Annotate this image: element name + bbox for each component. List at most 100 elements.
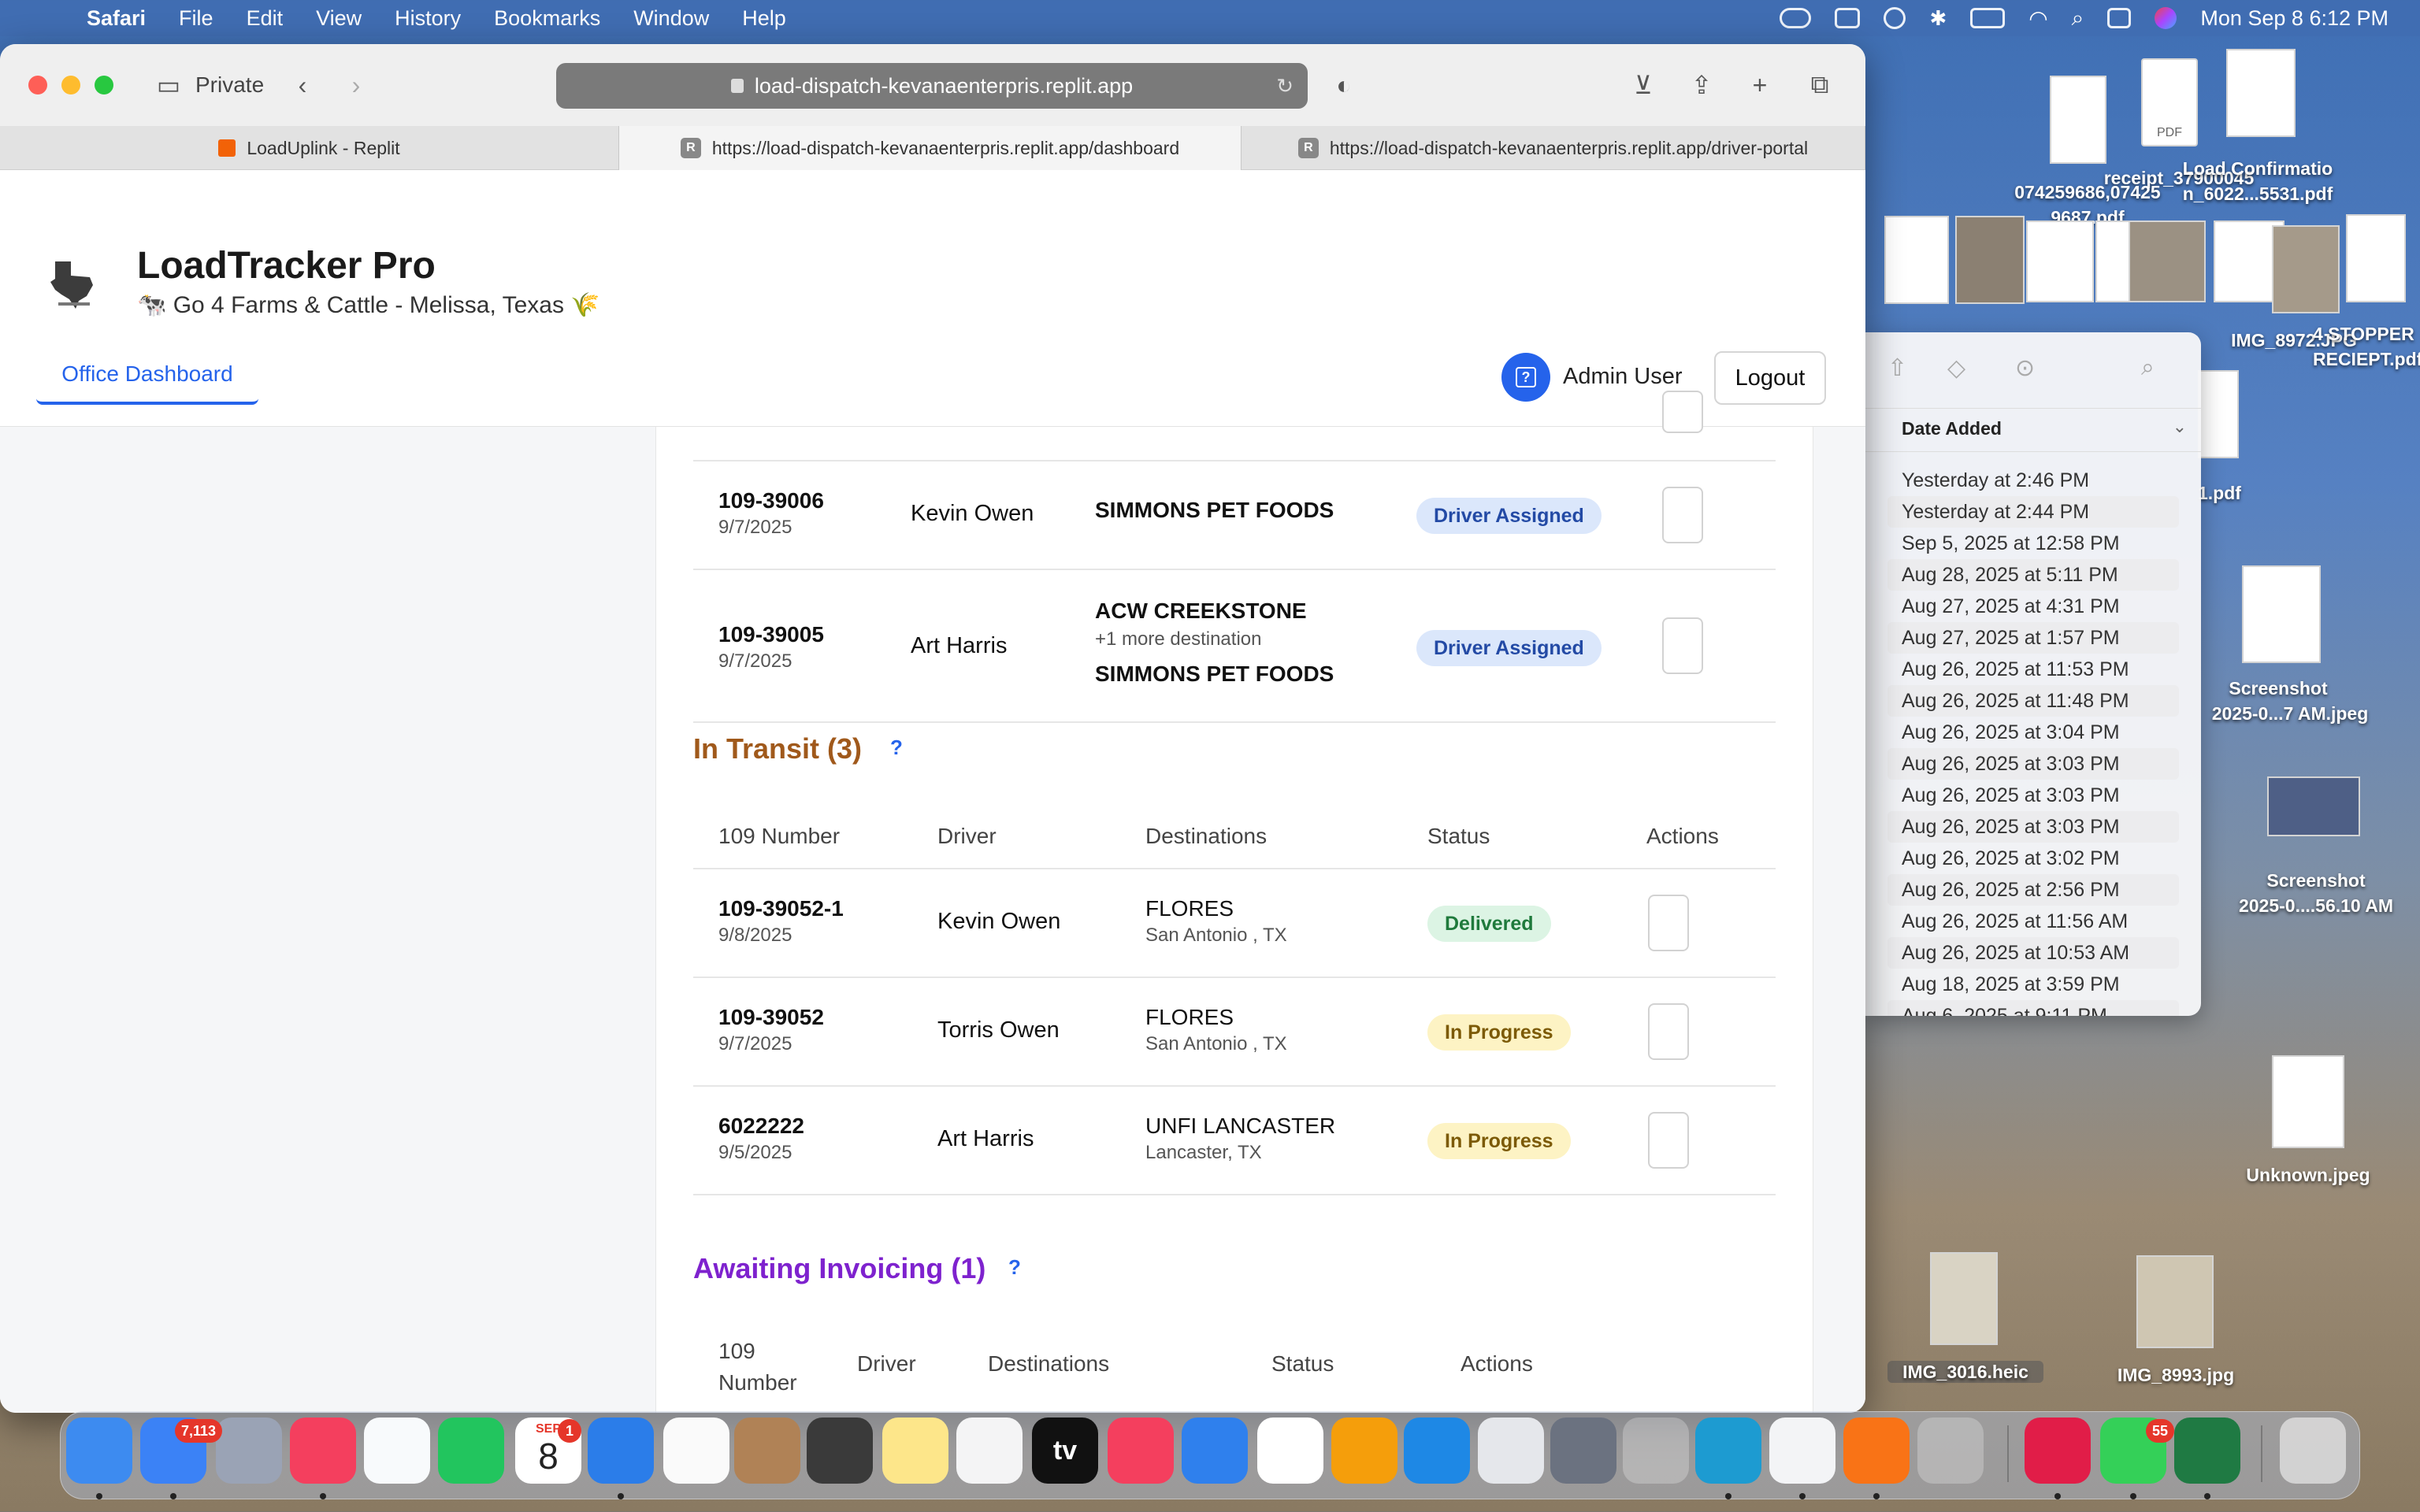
actions-button[interactable]	[1662, 391, 1703, 433]
keynote-app-icon[interactable]	[1182, 1418, 1248, 1484]
desktop-label[interactable]: RECIEPT.pdf	[2313, 348, 2420, 370]
share-icon[interactable]: ⇧	[1887, 354, 1907, 382]
image-file-icon[interactable]	[2272, 225, 2340, 313]
icloud-icon[interactable]	[1780, 8, 1812, 28]
menu-app-name[interactable]: Safari	[87, 6, 146, 31]
finder-date-row[interactable]: Aug 26, 2025 at 3:04 PM	[1887, 717, 2179, 748]
finder-date-row[interactable]: Yesterday at 2:44 PM	[1887, 496, 2179, 528]
downloads-icon[interactable]: ⊻	[1628, 69, 1659, 101]
finder-date-row[interactable]: Aug 26, 2025 at 3:03 PM	[1887, 811, 2179, 843]
finder-date-row[interactable]: Aug 6, 2025 at 9:11 PM	[1887, 1000, 2179, 1016]
image-file-icon[interactable]	[1955, 216, 2025, 304]
new-tab-icon[interactable]: +	[1744, 69, 1776, 101]
reload-icon[interactable]: ↻	[1276, 74, 1294, 98]
load-number[interactable]: 109-39006	[718, 488, 824, 513]
wifi-icon[interactable]: ◠	[2028, 6, 2047, 32]
pages-app-icon[interactable]	[1331, 1418, 1397, 1484]
app-store-app-icon[interactable]	[1404, 1418, 1470, 1484]
load-number[interactable]: 6022222	[718, 1114, 804, 1139]
image-file-icon[interactable]	[2272, 1055, 2344, 1148]
awaiting-invoicing-help-icon[interactable]: ?	[1008, 1255, 1021, 1280]
finder-date-row[interactable]: Aug 18, 2025 at 3:59 PM	[1887, 969, 2179, 1000]
tag-icon[interactable]: ◇	[1947, 354, 1965, 382]
forward-icon[interactable]: ›	[340, 69, 372, 101]
battery-icon[interactable]	[1970, 8, 2006, 28]
tab-office-dashboard[interactable]: Office Dashboard	[36, 346, 258, 405]
notes-app-icon[interactable]	[882, 1418, 948, 1484]
xcode-app-icon[interactable]	[1478, 1418, 1544, 1484]
actions-button[interactable]	[1648, 1003, 1689, 1060]
reminders-app-icon[interactable]	[663, 1418, 729, 1484]
menu-file[interactable]: File	[179, 6, 213, 31]
finder-date-row[interactable]: Aug 26, 2025 at 11:56 AM	[1887, 906, 2179, 937]
creative-cloud-app-icon[interactable]	[2025, 1418, 2091, 1484]
siri-icon[interactable]	[2155, 7, 2177, 29]
address-bar[interactable]: load-dispatch-kevanaenterpris.replit.app…	[556, 63, 1308, 109]
image-file-icon[interactable]	[2129, 220, 2206, 302]
excel-app-icon[interactable]	[2174, 1418, 2240, 1484]
date-added-header[interactable]: Date Added	[1902, 418, 2002, 439]
image-file-icon[interactable]	[2136, 1255, 2214, 1348]
photos-app-icon[interactable]	[364, 1418, 430, 1484]
finder-date-row[interactable]: Aug 26, 2025 at 11:48 PM	[1887, 685, 2179, 717]
chevron-down-icon[interactable]: ⌄	[2173, 417, 2187, 437]
image-file-icon[interactable]	[1930, 1252, 1998, 1345]
finder-date-row[interactable]: Aug 26, 2025 at 3:03 PM	[1887, 748, 2179, 780]
desktop-label[interactable]: 1.pdf	[2198, 482, 2245, 504]
freeform-app-icon[interactable]	[956, 1418, 1023, 1484]
printer-icon[interactable]	[1835, 8, 1861, 28]
image-file-icon[interactable]	[1884, 216, 1949, 304]
apple-tv-app-icon[interactable]: tv	[1032, 1418, 1098, 1484]
music-app-icon[interactable]	[290, 1418, 356, 1484]
finder-date-row[interactable]: Aug 28, 2025 at 5:11 PM	[1887, 559, 2179, 591]
search-icon[interactable]: ⌕	[2072, 6, 2084, 32]
in-transit-help-icon[interactable]: ?	[890, 736, 903, 760]
finder-date-row[interactable]: Sep 5, 2025 at 12:58 PM	[1887, 528, 2179, 559]
finder-date-row[interactable]: Aug 26, 2025 at 3:03 PM	[1887, 780, 2179, 811]
menu-clock[interactable]: Mon Sep 8 6:12 PM	[2200, 6, 2388, 31]
menu-bookmarks[interactable]: Bookmarks	[494, 6, 600, 31]
trash-app-icon[interactable]	[2280, 1418, 2346, 1484]
calculator-app-icon[interactable]	[807, 1418, 873, 1484]
edge-app-icon[interactable]	[1695, 1418, 1761, 1484]
numbers-app-icon[interactable]	[1257, 1418, 1323, 1484]
unknown-app-icon[interactable]	[1623, 1418, 1689, 1484]
share-icon[interactable]: ⇪	[1686, 69, 1717, 101]
menu-edit[interactable]: Edit	[247, 6, 284, 31]
desktop-label[interactable]: IMG_8993.jpg	[2097, 1364, 2255, 1386]
pdf-file-icon[interactable]: PDF	[2141, 58, 2198, 146]
minimize-window-button[interactable]	[61, 76, 80, 94]
desktop-label[interactable]: Screenshot	[2199, 677, 2357, 699]
pdf-file-icon[interactable]	[2226, 49, 2296, 137]
finder-date-row[interactable]: Aug 26, 2025 at 3:02 PM	[1887, 843, 2179, 874]
desktop-label[interactable]: 2025-0...7 AM.jpeg	[2199, 702, 2381, 724]
actions-button[interactable]	[1648, 895, 1689, 951]
finder-date-row[interactable]: Aug 26, 2025 at 10:53 AM	[1887, 937, 2179, 969]
finder-date-row[interactable]: Aug 27, 2025 at 1:57 PM	[1887, 622, 2179, 654]
finder-date-row[interactable]: Aug 27, 2025 at 4:31 PM	[1887, 591, 2179, 622]
zoom-window-button[interactable]	[95, 76, 113, 94]
finder-app-icon[interactable]	[66, 1418, 132, 1484]
tab-dashboard[interactable]: R https://load-dispatch-kevanaenterpris.…	[619, 126, 1242, 170]
image-file-icon[interactable]	[2026, 220, 2094, 302]
play-icon[interactable]	[1884, 7, 1906, 29]
finder-date-row[interactable]: Aug 26, 2025 at 2:56 PM	[1887, 874, 2179, 906]
privacy-shield-icon[interactable]: ◐	[1328, 69, 1360, 101]
close-window-button[interactable]	[28, 76, 47, 94]
screenshot-file-icon[interactable]	[2242, 565, 2321, 663]
desktop-label[interactable]: 4 STOPPER	[2313, 323, 2420, 345]
desktop-label[interactable]: Screenshot	[2237, 869, 2395, 891]
menu-help[interactable]: Help	[742, 6, 786, 31]
desktop-label[interactable]: Unknown.jpeg	[2221, 1164, 2395, 1186]
back-icon[interactable]: ‹	[287, 69, 318, 101]
desktop-label[interactable]: 074259686,07425	[1985, 181, 2190, 203]
firefox-app-icon[interactable]	[1843, 1418, 1910, 1484]
finder-date-row[interactable]: Yesterday at 2:46 PM	[1887, 465, 2179, 496]
tab-driver-portal[interactable]: R https://load-dispatch-kevanaenterpris.…	[1242, 126, 1865, 170]
load-number[interactable]: 109-39052-1	[718, 896, 844, 921]
tab-overview-icon[interactable]: ⧉	[1804, 69, 1835, 101]
sidebar-toggle-icon[interactable]: ▭	[151, 69, 186, 101]
desktop-label[interactable]: IMG_3016.heic	[1887, 1361, 2043, 1383]
menu-window[interactable]: Window	[633, 6, 709, 31]
address-text[interactable]: load-dispatch-kevanaenterpris.replit.app	[755, 74, 1133, 98]
